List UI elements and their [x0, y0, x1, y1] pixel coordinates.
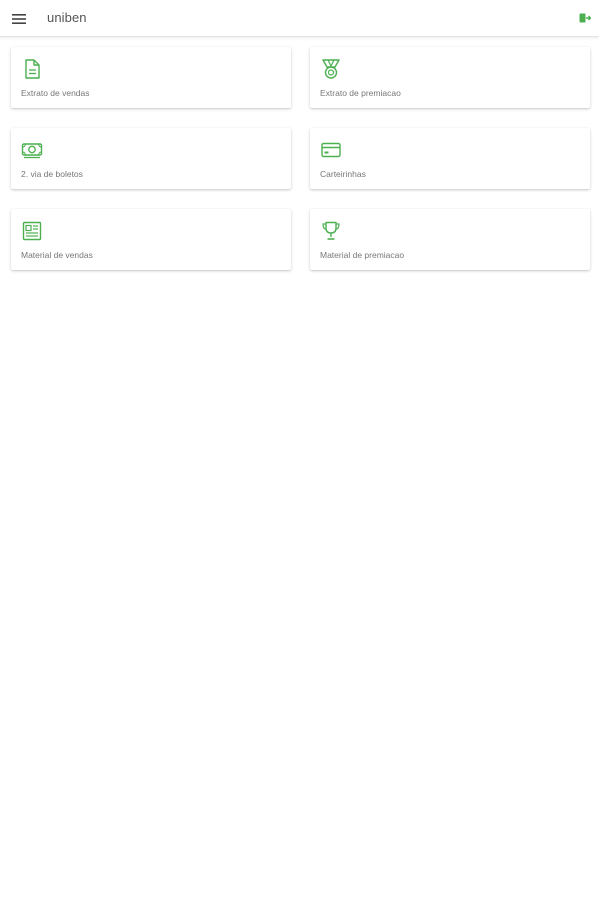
- top-app-bar: uniben: [0, 0, 599, 37]
- card-extrato-premiacao[interactable]: Extrato de premiacao: [310, 47, 590, 108]
- app-title: uniben: [47, 10, 87, 25]
- menu-button[interactable]: [8, 8, 30, 30]
- hamburger-menu-icon: [12, 14, 26, 24]
- credit-card-icon: [321, 142, 341, 158]
- card-label: 2. via de boletos: [21, 169, 83, 179]
- newspaper-icon: [22, 221, 42, 241]
- card-carteirinhas[interactable]: Carteirinhas: [310, 128, 590, 189]
- card-label: Extrato de premiacao: [320, 88, 401, 98]
- medal-icon: [322, 59, 340, 79]
- document-icon: [25, 59, 40, 79]
- money-icon: [21, 143, 43, 159]
- card-via-boletos[interactable]: 2. via de boletos: [11, 128, 291, 189]
- card-label: Material de premiacao: [320, 250, 405, 260]
- card-extrato-vendas[interactable]: Extrato de vendas: [11, 47, 291, 108]
- logout-icon: [579, 13, 591, 23]
- card-label: Carteirinhas: [320, 169, 366, 179]
- card-label: Material de vendas: [21, 250, 93, 260]
- trophy-icon: [322, 221, 340, 240]
- card-material-vendas[interactable]: Material de vendas: [11, 209, 291, 270]
- logout-button[interactable]: [577, 10, 593, 26]
- app-screen: uniben Extrato de vendas Extrato de prem…: [0, 0, 599, 900]
- card-material-premiacao[interactable]: Material de premiacao: [310, 209, 590, 270]
- card-label: Extrato de vendas: [21, 88, 90, 98]
